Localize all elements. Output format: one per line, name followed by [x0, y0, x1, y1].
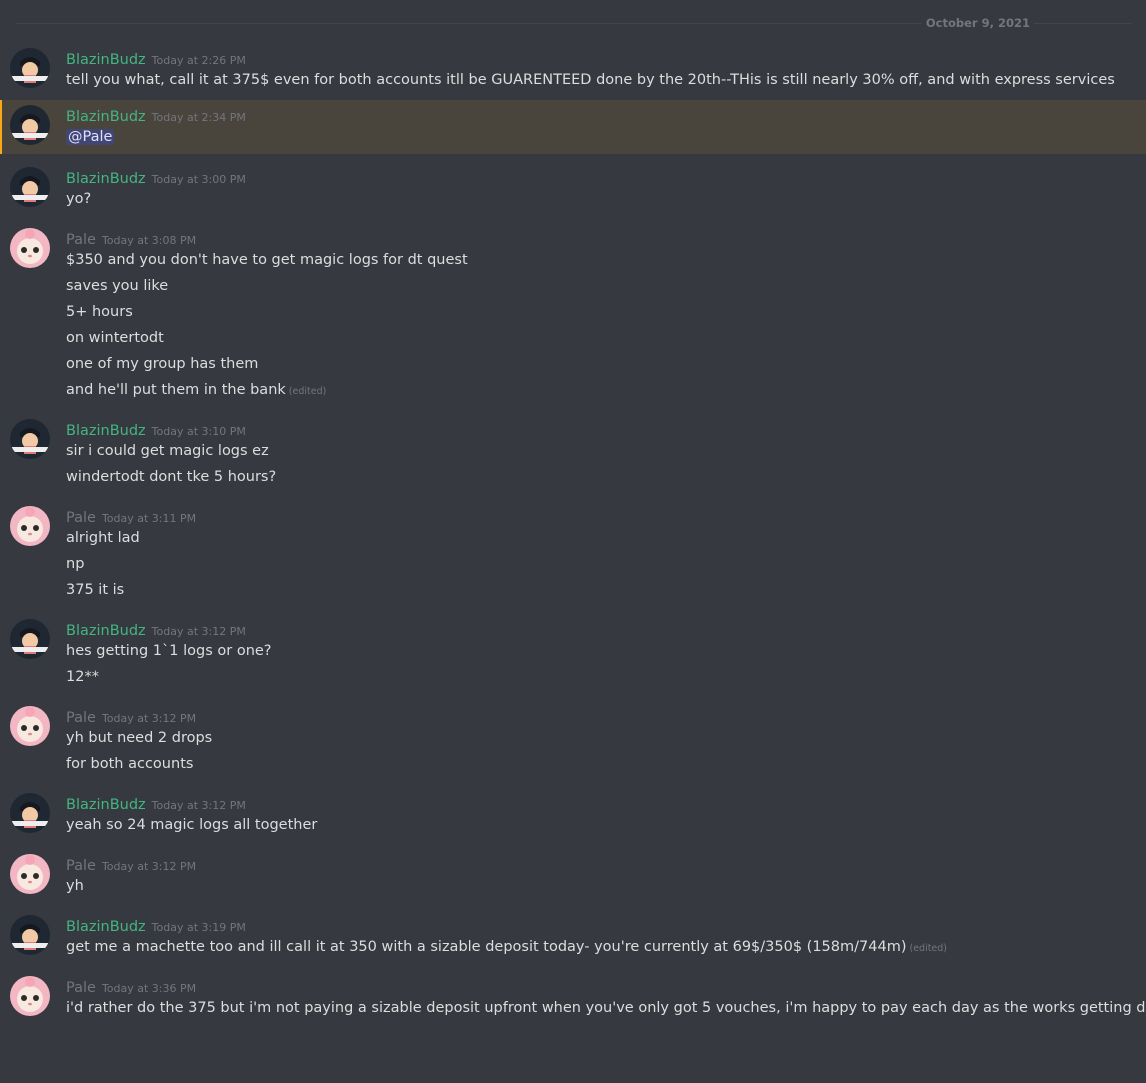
author-name[interactable]: Pale: [66, 232, 96, 248]
timestamp: Today at 3:36 PM: [101, 982, 197, 995]
author-name[interactable]: Pale: [66, 510, 96, 526]
message-header: Pale Today at 3:08 PM: [66, 228, 1132, 250]
message-text: i'd rather do the 375 but i'm not paying…: [66, 1000, 1146, 1016]
message-text: 5+ hours: [66, 304, 133, 320]
message-text: yh: [66, 878, 84, 894]
message-group: BlazinBudz Today at 3:19 PM get me a mach…: [0, 915, 1146, 963]
message-text: get me a machette too and ill call it at…: [66, 939, 907, 955]
author-name[interactable]: BlazinBudz: [66, 919, 146, 935]
timestamp: Today at 3:19 PM: [151, 921, 246, 934]
author-name[interactable]: BlazinBudz: [66, 171, 146, 187]
message-text: saves you like: [66, 278, 169, 294]
message-group: Pale Today at 3:36 PM i'd rather do the 3…: [0, 976, 1146, 1024]
message-header: BlazinBudz Today at 3:12 PM: [66, 619, 1132, 641]
message-text: hes getting 1`1 logs or one?: [66, 643, 272, 659]
message-group: Pale Today at 3:11 PM alright lad np 375 …: [0, 506, 1146, 606]
message-text: 375 it is: [66, 582, 125, 598]
cartoon-character-avatar-icon[interactable]: [10, 419, 50, 459]
cartoon-character-avatar-icon[interactable]: [10, 793, 50, 833]
message-text: yeah so 24 magic logs all together: [66, 817, 318, 833]
message-text: yo?: [66, 191, 92, 207]
cartoon-character-avatar-icon[interactable]: [10, 619, 50, 659]
message-header: Pale Today at 3:12 PM: [66, 706, 1132, 728]
message-header: Pale Today at 3:12 PM: [66, 854, 1132, 876]
edited-tag: (edited): [288, 386, 327, 397]
author-name[interactable]: BlazinBudz: [66, 109, 146, 125]
cat-in-pink-hood-avatar-icon[interactable]: [10, 706, 50, 746]
cartoon-character-avatar-icon[interactable]: [10, 915, 50, 955]
message-header: Pale Today at 3:36 PM: [66, 976, 1132, 998]
message-text: 12**: [66, 669, 99, 685]
timestamp: Today at 3:12 PM: [151, 625, 246, 638]
message-header: Pale Today at 3:11 PM: [66, 506, 1132, 528]
message-text-edited: get me a machette too and ill call it at…: [66, 937, 1132, 963]
author-name[interactable]: BlazinBudz: [66, 423, 146, 439]
message-text: one of my group has them: [66, 356, 259, 372]
author-name[interactable]: Pale: [66, 980, 96, 996]
author-name[interactable]: BlazinBudz: [66, 623, 146, 639]
cat-in-pink-hood-avatar-icon[interactable]: [10, 228, 50, 268]
message-text: @Pale: [66, 127, 1132, 153]
message-text: tell you what, call it at 375$ even for …: [66, 72, 1115, 88]
timestamp: Today at 3:10 PM: [151, 425, 246, 438]
message-text: yh but need 2 drops: [66, 730, 213, 746]
message-group: BlazinBudz Today at 3:00 PM yo?: [0, 167, 1146, 215]
author-name[interactable]: Pale: [66, 710, 96, 726]
timestamp: Today at 2:26 PM: [151, 54, 246, 67]
message-group: Pale Today at 3:12 PM yh but need 2 drops…: [0, 706, 1146, 780]
cat-in-pink-hood-avatar-icon[interactable]: [10, 854, 50, 894]
message-group: BlazinBudz Today at 3:12 PM yeah so 24 ma…: [0, 793, 1146, 841]
divider-date: October 9, 2021: [921, 16, 1034, 30]
message-header: BlazinBudz Today at 3:12 PM: [66, 793, 1132, 815]
message-header: BlazinBudz Today at 2:34 PM: [66, 105, 1132, 127]
message-text: windertodt dont tke 5 hours?: [66, 469, 277, 485]
cartoon-character-avatar-icon[interactable]: [10, 48, 50, 88]
timestamp: Today at 3:08 PM: [101, 234, 197, 247]
message-group-mentioned: BlazinBudz Today at 2:34 PM @Pale: [0, 100, 1146, 154]
cartoon-character-avatar-icon[interactable]: [10, 105, 50, 145]
timestamp: Today at 2:34 PM: [151, 111, 246, 124]
message-text: for both accounts: [66, 756, 194, 772]
author-name[interactable]: BlazinBudz: [66, 52, 146, 68]
message-header: BlazinBudz Today at 2:26 PM: [66, 48, 1132, 70]
cat-in-pink-hood-avatar-icon[interactable]: [10, 506, 50, 546]
timestamp: Today at 3:12 PM: [101, 712, 197, 725]
message-text: on wintertodt: [66, 330, 164, 346]
message-group: BlazinBudz Today at 3:10 PM sir i could g…: [0, 419, 1146, 493]
message-text: alright lad: [66, 530, 140, 546]
message-group: BlazinBudz Today at 3:12 PM hes getting 1…: [0, 619, 1146, 693]
message-group: Pale Today at 3:08 PM $350 and you don't …: [0, 228, 1146, 406]
message-header: BlazinBudz Today at 3:00 PM: [66, 167, 1132, 189]
message-text-edited: and he'll put them in the bank (edited): [66, 380, 1132, 406]
cartoon-character-avatar-icon[interactable]: [10, 167, 50, 207]
message-text: np: [66, 556, 85, 572]
cat-in-pink-hood-avatar-icon[interactable]: [10, 976, 50, 1016]
timestamp: Today at 3:11 PM: [101, 512, 197, 525]
message-group: Pale Today at 3:12 PM yh: [0, 854, 1146, 902]
timestamp: Today at 3:12 PM: [151, 799, 246, 812]
author-name[interactable]: Pale: [66, 858, 96, 874]
timestamp: Today at 3:12 PM: [101, 860, 197, 873]
message-text: sir i could get magic logs ez: [66, 443, 269, 459]
message-header: BlazinBudz Today at 3:10 PM: [66, 419, 1132, 441]
message-group: BlazinBudz Today at 2:26 PM tell you what…: [0, 48, 1146, 96]
message-text: and he'll put them in the bank: [66, 382, 286, 398]
user-mention[interactable]: @Pale: [66, 129, 115, 145]
author-name[interactable]: BlazinBudz: [66, 797, 146, 813]
timestamp: Today at 3:00 PM: [151, 173, 246, 186]
message-text: $350 and you don't have to get magic log…: [66, 252, 468, 268]
message-header: BlazinBudz Today at 3:19 PM: [66, 915, 1132, 937]
edited-tag: (edited): [909, 943, 948, 954]
date-divider: October 9, 2021: [0, 0, 1146, 48]
